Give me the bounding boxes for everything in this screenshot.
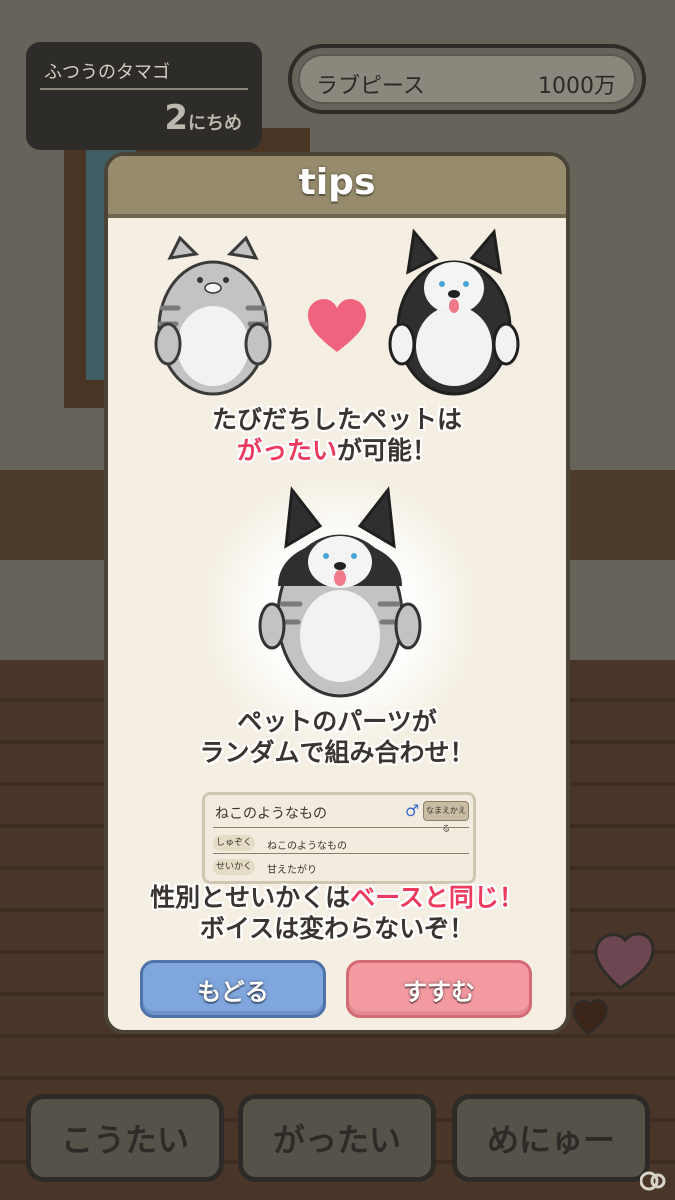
- pet-profile-preview: ねこのようなもの ♂ なまえかえる しゅぞく ねこのようなもの せいかく 甘えた…: [202, 792, 476, 884]
- tip-merge-line2: がったいが可能！: [108, 435, 566, 466]
- tip-inherit-line2: ボイスは変わらないぞ！: [199, 914, 475, 943]
- tip-merge-text: たびだちしたペットは がったいが可能！: [108, 404, 566, 466]
- next-button-label: すすむ: [403, 977, 475, 1006]
- tip-inherit-prefix: 性別とせいかくは: [150, 883, 351, 912]
- menu-button[interactable]: めにゅー: [452, 1094, 650, 1182]
- tabby-cat-illustration: [154, 235, 272, 396]
- back-button[interactable]: もどる: [140, 960, 326, 1018]
- rename-button: なまえかえる: [423, 801, 469, 833]
- next-button[interactable]: すすむ: [346, 960, 532, 1018]
- tip-inherit-text: 性別とせいかくはベースと同じ！ ボイスは変わらないぞ！: [108, 882, 566, 944]
- love-piece-value: 1000万: [538, 74, 616, 99]
- retreat-button[interactable]: こうたい: [26, 1094, 224, 1182]
- tip-parts-line1: ペットのパーツが: [237, 707, 437, 736]
- tip-merge-line2-rest: が可能！: [337, 436, 438, 465]
- male-icon: ♂: [405, 801, 420, 820]
- dialog-title: tips: [298, 162, 376, 203]
- back-button-label: もどる: [197, 977, 269, 1006]
- species-tag: しゅぞく: [213, 835, 255, 851]
- divider: [213, 853, 469, 854]
- tip-inherit-highlight: ベースと同じ！: [350, 883, 524, 912]
- egg-day-number: 2: [164, 98, 188, 138]
- divider: [213, 827, 469, 828]
- tip-merge-line1: たびだちしたペットは: [211, 405, 462, 434]
- watermark-logo-icon: [640, 1171, 666, 1191]
- tip-inherit-line1: 性別とせいかくはベースと同じ！: [108, 882, 566, 913]
- tip-merge-highlight: がったい: [236, 436, 337, 465]
- egg-status-panel: ふつうのタマゴ 2にちめ: [26, 42, 262, 150]
- divider: [40, 88, 248, 90]
- merged-pet-illustration: [258, 486, 422, 698]
- egg-day-unit: にちめ: [188, 113, 242, 134]
- love-piece-panel: ラブピース 1000万: [288, 44, 646, 114]
- tip-parts-line2: ランダムで組み合わせ！: [199, 738, 475, 767]
- tip-parts-text: ペットのパーツが ランダムで組み合わせ！: [108, 706, 566, 768]
- pet-name: ねこのようなもの: [215, 806, 327, 822]
- egg-day-counter: 2にちめ: [164, 98, 242, 138]
- hearts-decoration-icon: [572, 932, 655, 1036]
- personality-value: 甘えたがり: [267, 865, 317, 876]
- personality-tag: せいかく: [213, 859, 255, 875]
- husky-illustration: [388, 228, 520, 396]
- love-piece-label: ラブピース: [316, 74, 425, 99]
- heart-icon: [308, 299, 366, 352]
- egg-name: ふつうのタマゴ: [44, 62, 170, 83]
- tips-dialog: tips たびだちしたペットは がったいが可能！ ペットのパーツが ランダムで組…: [104, 152, 570, 1034]
- species-value: ねこのようなもの: [267, 841, 347, 852]
- dialog-header: tips: [108, 156, 566, 218]
- merge-button[interactable]: がったい: [238, 1094, 436, 1182]
